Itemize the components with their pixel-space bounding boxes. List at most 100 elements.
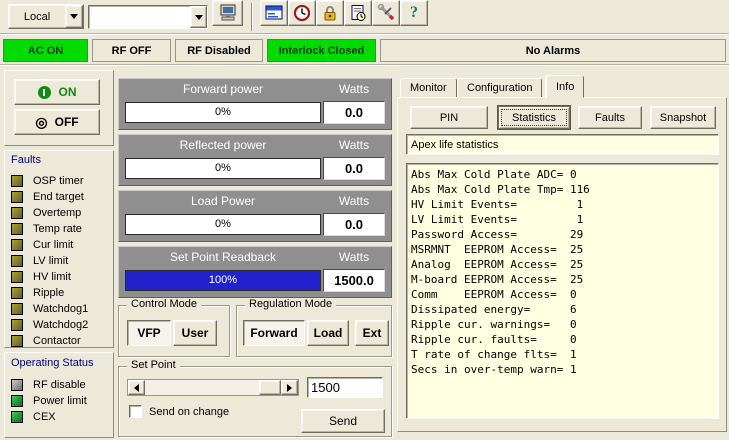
statistics-caption-field[interactable]: Apex life statistics (406, 134, 719, 155)
tab-info[interactable]: Info (546, 75, 584, 98)
control-mode-group: Control Mode VFP User (118, 305, 230, 357)
bar-percent-label: 100% (126, 274, 320, 286)
tab-monitor[interactable]: Monitor (400, 78, 457, 98)
faults-button[interactable]: Faults (578, 106, 642, 129)
window-icon (265, 5, 283, 21)
rf-off-button[interactable]: ◎ OFF (14, 109, 100, 135)
chevron-down-icon (195, 15, 203, 20)
operating-status-title: Operating Status (11, 357, 94, 369)
faults-panel: Faults OSP timer End target Overtemp Tem… (4, 150, 114, 348)
send-on-change-option[interactable]: Send on change (129, 405, 229, 418)
fault-watchdog2: Watchdog2 (5, 317, 113, 333)
control-mode-title: Control Mode (127, 298, 201, 310)
bar-percent-label: 0% (126, 106, 320, 118)
toolbar-separator (251, 3, 253, 31)
slider-track[interactable] (145, 380, 281, 395)
statistics-button[interactable]: Statistics (498, 106, 570, 129)
connect-button[interactable] (212, 0, 243, 26)
unit-select-dropdown-button[interactable] (190, 6, 207, 28)
slider-thumb[interactable] (259, 380, 281, 395)
regulation-load-button[interactable]: Load (307, 320, 349, 346)
set-point-input[interactable] (307, 377, 383, 398)
help-button[interactable]: ? (400, 0, 428, 26)
fault-ripple: Ripple (5, 285, 113, 301)
slider-right-arrow-button[interactable] (281, 380, 298, 395)
tools-icon (377, 4, 395, 22)
statistics-textbox[interactable]: Abs Max Cold Plate ADC= 0 Abs Max Cold P… (406, 163, 719, 419)
fault-lv-limit: LV limit (5, 253, 113, 269)
clock-icon (293, 4, 311, 22)
statistics-text: Abs Max Cold Plate ADC= 0 Abs Max Cold P… (407, 164, 718, 380)
bar-percent-label: 0% (126, 218, 320, 230)
fault-overtemp: Overtemp (5, 205, 113, 221)
send-button[interactable]: Send (301, 409, 385, 433)
pin-button[interactable]: PIN (410, 106, 488, 129)
status-cex: CEX (5, 409, 113, 425)
control-mode-user-button[interactable]: User (173, 320, 217, 346)
faults-title: Faults (11, 154, 41, 166)
unit-select-combobox[interactable] (88, 5, 208, 29)
scheduled-tasks-button[interactable] (344, 0, 372, 26)
meter-title: Set Point Readback (125, 250, 321, 264)
toolbar-divider (0, 33, 729, 35)
set-point-slider[interactable] (127, 379, 299, 396)
control-location-dropdown[interactable]: Local (8, 4, 84, 29)
meter-unit: Watts (323, 250, 385, 264)
display-panel-button[interactable] (260, 0, 288, 26)
forward-power-meter: Forward power Watts 0% 0.0 (118, 78, 392, 130)
help-icon: ? (410, 4, 418, 22)
control-location-value: Local (9, 5, 65, 28)
arrow-right-icon (287, 384, 292, 392)
timers-button[interactable] (288, 0, 316, 26)
task-schedule-icon (349, 4, 367, 22)
regulation-mode-title: Regulation Mode (245, 298, 336, 310)
set-point-title: Set Point (127, 359, 180, 371)
meter-unit: Watts (323, 138, 385, 152)
reflected-power-bar: 0% (125, 158, 321, 179)
fault-led-icon (11, 271, 23, 283)
security-lock-button[interactable] (316, 0, 344, 26)
reflected-power-meter: Reflected power Watts 0% 0.0 (118, 134, 392, 186)
regulation-ext-button[interactable]: Ext (355, 320, 389, 346)
tab-configuration[interactable]: Configuration (457, 78, 542, 98)
lock-icon (321, 4, 339, 22)
rf-on-button[interactable]: ON (14, 79, 100, 105)
status-led-icon (11, 379, 23, 391)
status-led-icon (11, 395, 23, 407)
unit-select-value (89, 6, 190, 28)
info-tab-panel: PIN Statistics Faults Snapshot Apex life… (397, 97, 727, 432)
fault-contactor: Contactor (5, 333, 113, 349)
meter-title: Forward power (125, 82, 321, 96)
chevron-down-icon (70, 14, 78, 19)
control-location-dropdown-button[interactable] (65, 5, 83, 28)
meter-unit: Watts (323, 194, 385, 208)
rf-off-label: OFF (55, 115, 79, 129)
statusbar-divider (0, 64, 729, 66)
power-off-icon: ◎ (35, 114, 47, 131)
fault-led-icon (11, 207, 23, 219)
send-on-change-label: Send on change (149, 406, 229, 418)
computer-icon (218, 4, 238, 22)
power-on-icon (38, 86, 51, 99)
status-power-limit: Power limit (5, 393, 113, 409)
regulation-forward-button[interactable]: Forward (243, 320, 305, 346)
fault-led-icon (11, 255, 23, 267)
rf-enable-status-indicator: RF Disabled (175, 39, 263, 62)
fault-led-icon (11, 303, 23, 315)
power-button-panel: ON ◎ OFF (4, 70, 114, 146)
settings-tools-button[interactable] (372, 0, 400, 26)
snapshot-button[interactable]: Snapshot (650, 106, 716, 129)
fault-hv-limit: HV limit (5, 269, 113, 285)
meter-title: Load Power (125, 194, 321, 208)
fault-cur-limit: Cur limit (5, 237, 113, 253)
forward-power-bar: 0% (125, 102, 321, 123)
forward-power-value: 0.0 (323, 101, 385, 124)
status-rf-disable: RF disable (5, 377, 113, 393)
control-mode-vfp-button[interactable]: VFP (127, 320, 171, 346)
fault-temp-rate: Temp rate (5, 221, 113, 237)
fault-led-icon (11, 287, 23, 299)
slider-left-arrow-button[interactable] (128, 380, 145, 395)
operating-status-list: RF disable Power limit CEX (5, 377, 113, 425)
bar-percent-label: 0% (126, 162, 320, 174)
send-on-change-checkbox[interactable] (129, 405, 142, 418)
